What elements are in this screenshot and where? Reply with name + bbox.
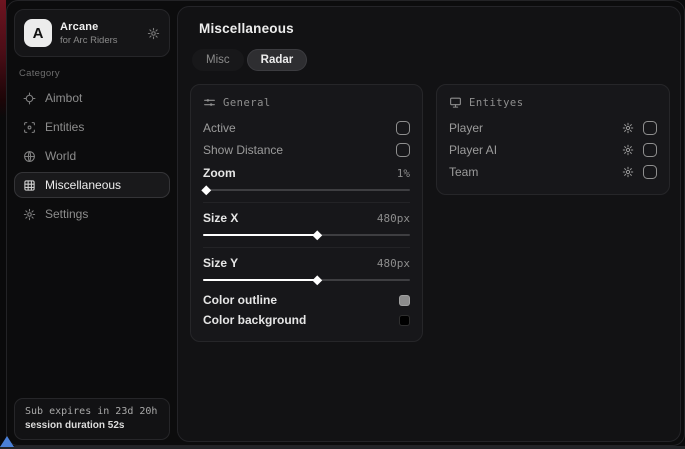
sliders-icon <box>203 96 216 109</box>
category-label: Category <box>19 68 170 79</box>
sidebar-item-entities[interactable]: Entities <box>14 114 170 140</box>
page-title: Miscellaneous <box>199 21 670 36</box>
setting-row-zoom: Zoom 1% <box>203 161 410 200</box>
app-window: A Arcane for Arc Riders Category <box>6 0 685 446</box>
slider-fill <box>203 189 205 191</box>
sidebar-item-world[interactable]: World <box>14 143 170 169</box>
app-titles: Arcane for Arc Riders <box>60 21 139 46</box>
size-x-value: 480px <box>377 212 410 225</box>
setting-label: Color background <box>203 313 306 327</box>
entity-row-player: Player <box>449 117 657 139</box>
setting-label: Active <box>203 121 236 135</box>
cursor-artifact <box>0 436 14 447</box>
sidebar-item-label: Aimbot <box>45 91 82 105</box>
gear-icon <box>23 208 36 221</box>
app-subtitle: for Arc Riders <box>60 35 139 46</box>
color-outline-swatch[interactable] <box>399 295 410 306</box>
entity-label: Player <box>449 121 483 135</box>
tab-misc[interactable]: Misc <box>192 49 244 71</box>
cards-row: General Active Show Distance Zoom 1% <box>190 84 670 342</box>
slider-fill <box>203 234 317 236</box>
sub-expires-text: Sub expires in 23d 20h <box>25 406 159 417</box>
slider-fill <box>203 279 317 281</box>
zoom-value: 1% <box>397 167 410 180</box>
app-logo: A <box>24 19 52 47</box>
player-ai-checkbox[interactable] <box>643 143 657 157</box>
setting-row-show-distance: Show Distance <box>203 139 410 161</box>
gear-icon[interactable] <box>622 122 634 134</box>
sidebar-item-miscellaneous[interactable]: Miscellaneous <box>14 172 170 198</box>
setting-label: Show Distance <box>203 143 283 157</box>
general-card: General Active Show Distance Zoom 1% <box>190 84 423 342</box>
tab-radar[interactable]: Radar <box>247 49 308 71</box>
setting-label: Color outline <box>203 293 277 307</box>
globe-icon <box>23 150 36 163</box>
setting-label: Size X <box>203 211 238 225</box>
crosshair-icon <box>23 92 36 105</box>
slider-thumb[interactable] <box>201 185 210 194</box>
show-distance-checkbox[interactable] <box>396 143 410 157</box>
sidebar-item-settings[interactable]: Settings <box>14 201 170 227</box>
sidebar: A Arcane for Arc Riders Category <box>7 1 177 445</box>
color-background-swatch[interactable] <box>399 315 410 326</box>
sidebar-item-aimbot[interactable]: Aimbot <box>14 85 170 111</box>
setting-row-active: Active <box>203 117 410 139</box>
app-header-card: A Arcane for Arc Riders <box>14 9 170 57</box>
entity-label: Team <box>449 165 478 179</box>
main-panel: Miscellaneous Misc Radar General Active <box>177 6 681 442</box>
zoom-slider[interactable] <box>203 189 410 191</box>
setting-row-color-background: Color background <box>203 310 410 330</box>
subscription-info-card: Sub expires in 23d 20h session duration … <box>14 398 170 440</box>
entity-row-team: Team <box>449 161 657 183</box>
gear-icon[interactable] <box>622 166 634 178</box>
setting-label: Zoom <box>203 166 236 180</box>
gear-icon[interactable] <box>147 27 160 40</box>
entity-label: Player AI <box>449 143 497 157</box>
sidebar-item-label: World <box>45 149 76 163</box>
team-checkbox[interactable] <box>643 165 657 179</box>
entity-row-player-ai: Player AI <box>449 139 657 161</box>
general-card-header: General <box>203 96 410 109</box>
slider-thumb[interactable] <box>313 275 322 284</box>
app-name: Arcane <box>60 21 139 33</box>
sidebar-nav: Aimbot Entities World <box>14 85 170 227</box>
tab-group: Misc Radar <box>192 49 670 71</box>
entities-card: Entityes Player P <box>436 84 670 195</box>
sidebar-item-label: Settings <box>45 207 88 221</box>
slider-thumb[interactable] <box>313 230 322 239</box>
size-x-slider[interactable] <box>203 234 410 236</box>
size-y-value: 480px <box>377 257 410 270</box>
player-checkbox[interactable] <box>643 121 657 135</box>
setting-row-size-y: Size Y 480px <box>203 247 410 290</box>
monitor-icon <box>449 96 462 109</box>
sidebar-item-label: Miscellaneous <box>45 178 121 192</box>
session-duration-text: session duration 52s <box>25 420 159 431</box>
size-y-slider[interactable] <box>203 279 410 281</box>
scan-icon <box>23 121 36 134</box>
setting-row-color-outline: Color outline <box>203 290 410 310</box>
active-checkbox[interactable] <box>396 121 410 135</box>
entities-card-title: Entityes <box>469 97 524 109</box>
setting-label: Size Y <box>203 256 238 270</box>
grid-icon <box>23 179 36 192</box>
general-card-title: General <box>223 97 271 109</box>
gear-icon[interactable] <box>622 144 634 156</box>
entities-card-header: Entityes <box>449 96 657 109</box>
sidebar-item-label: Entities <box>45 120 84 134</box>
setting-row-size-x: Size X 480px <box>203 202 410 245</box>
